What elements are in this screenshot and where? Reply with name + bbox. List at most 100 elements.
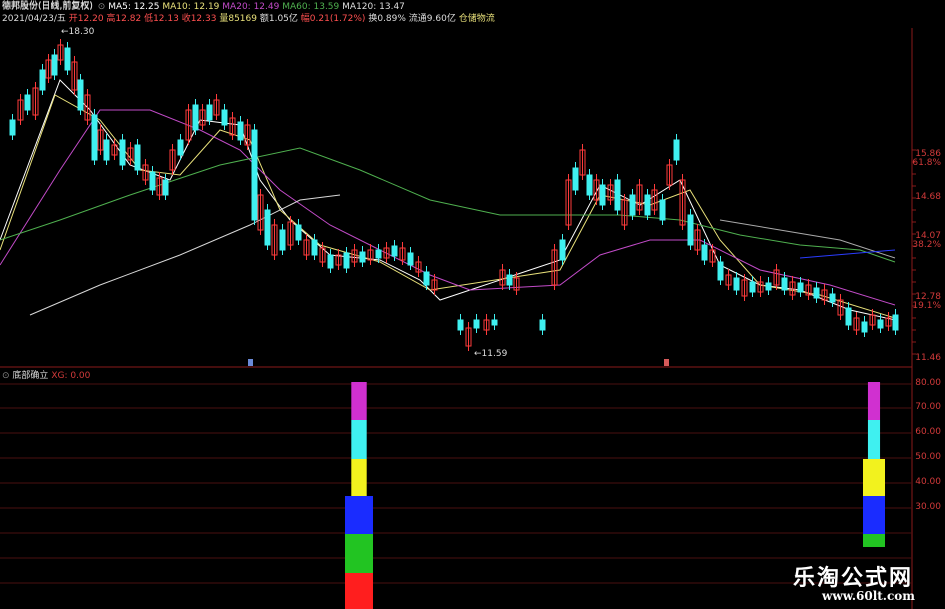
quote-sector: 仓储物流 (458, 14, 495, 24)
candle-body (119, 139, 126, 166)
candle-body (701, 244, 708, 261)
candle-body (572, 167, 579, 191)
ma10-value: MA10: 12.19 (162, 2, 220, 12)
y-label-5: 11.46 (915, 354, 941, 363)
candle-body (343, 252, 350, 269)
y-label-4: 12.78 19.1% (912, 293, 941, 311)
candle-body (24, 94, 31, 111)
candle-body (559, 239, 566, 261)
candle-body (391, 245, 398, 257)
candle-body (687, 214, 694, 246)
candle-body (506, 274, 513, 286)
ma120-value: MA120: 13.47 (342, 2, 405, 12)
indicator-bar-segment (351, 420, 367, 459)
candle-body (539, 319, 546, 331)
candle-body (659, 199, 666, 221)
quote-amount: 额1.05亿 (259, 14, 298, 24)
quote-turnover: 换0.89% (368, 14, 406, 24)
indicator-bar-segment (863, 459, 885, 496)
indicator-title: 底部确立 (12, 371, 49, 381)
candle-body (423, 271, 430, 286)
stock-chart[interactable] (0, 0, 945, 609)
candle-body (491, 319, 498, 326)
quote-close: 收12.33 (181, 14, 217, 24)
quote-float: 流通9.60亿 (408, 14, 456, 24)
candle-body (717, 261, 724, 281)
candle-body (829, 293, 836, 303)
candle-body (91, 114, 98, 161)
high-marker: ←18.30 (61, 27, 95, 37)
ma20-line (0, 109, 896, 306)
candle-body (162, 179, 169, 196)
candle-body (629, 194, 636, 216)
candle-body (134, 144, 141, 171)
candle-body (797, 282, 804, 293)
y-label-3: 14.07 38.2% (912, 232, 941, 250)
candle-body (644, 194, 651, 216)
event-marker (664, 359, 669, 366)
candle-body (861, 321, 868, 333)
watermark-name: 乐淘公式网 (792, 566, 913, 591)
quote-low: 低12.13 (144, 14, 179, 24)
candle-body (103, 139, 110, 161)
quote-date: 2021/04/23/五 (2, 14, 66, 24)
candle-body (51, 54, 58, 76)
candle-body (673, 139, 680, 161)
indicator-bar-segment (345, 573, 373, 609)
y-pct-1: 61.8% (912, 158, 941, 168)
candle-body (206, 104, 213, 121)
ind-y-80: 80.00 (915, 378, 941, 388)
quote-volume: 量85169 (219, 14, 257, 24)
quote-row: 2021/04/23/五 开12.20 高12.82 低12.13 收12.33… (2, 14, 495, 25)
candle-body (221, 109, 228, 126)
quote-change: 幅0.21(1.72%) (300, 14, 366, 24)
candle-body (877, 319, 884, 329)
ma60-value: MA60: 13.59 (282, 2, 340, 12)
low-marker-value: 11.59 (481, 349, 508, 359)
high-marker-value: 18.30 (68, 27, 95, 37)
indicator-settings-icon[interactable]: ⊙ (2, 371, 10, 381)
candle-body (77, 79, 84, 111)
candle-body (279, 229, 286, 251)
indicator-header: ⊙ 底部确立 XG: 0.00 (2, 371, 90, 382)
event-marker (248, 359, 253, 366)
candle-body (311, 239, 318, 256)
candle-body (813, 287, 820, 299)
candle-body (251, 129, 258, 221)
candle-body (733, 277, 740, 291)
y-pct-4: 19.1% (912, 301, 941, 311)
y-label-1: 15.86 61.8% (912, 150, 941, 168)
settings-icon[interactable]: ⊙ (98, 2, 106, 12)
ind-y-40: 40.00 (915, 477, 941, 487)
candle-body (375, 249, 382, 259)
ind-y-60: 60.00 (915, 427, 941, 437)
candle-body (9, 119, 16, 136)
low-marker: ←11.59 (474, 349, 508, 359)
indicator-bar-segment (863, 496, 885, 534)
candle-body (264, 209, 271, 246)
candle-body (177, 139, 184, 156)
indicator-bar-segment (345, 496, 373, 534)
indicator-bar-segment (351, 459, 367, 496)
candle-body (149, 171, 156, 191)
y-label-2: 14.68 (915, 193, 941, 202)
indicator-bar-segment (351, 382, 367, 420)
candle-body (586, 174, 593, 196)
y-price-2: 14.68 (915, 192, 941, 202)
ma5-value: MA5: 12.25 (108, 2, 160, 12)
candle-body (892, 314, 899, 331)
ma-legend-row: 德邦股份(日线,前复权) ⊙ MA5: 12.25 MA10: 12.19 MA… (2, 2, 405, 13)
candle-body (64, 47, 71, 71)
candle-body (457, 319, 464, 331)
quote-open: 开12.20 (68, 14, 104, 24)
candle-body (327, 254, 334, 269)
ma20-value: MA20: 12.49 (222, 2, 280, 12)
watermark-url: www.60lt.com (822, 589, 915, 603)
ind-y-30: 30.00 (915, 502, 941, 512)
indicator-bar-segment (863, 534, 885, 547)
indicator-bar-segment (345, 534, 373, 573)
stock-title: 德邦股份(日线,前复权) (2, 2, 93, 12)
candle-body (749, 281, 756, 293)
candle-body (192, 104, 199, 131)
candle-body (295, 224, 302, 241)
